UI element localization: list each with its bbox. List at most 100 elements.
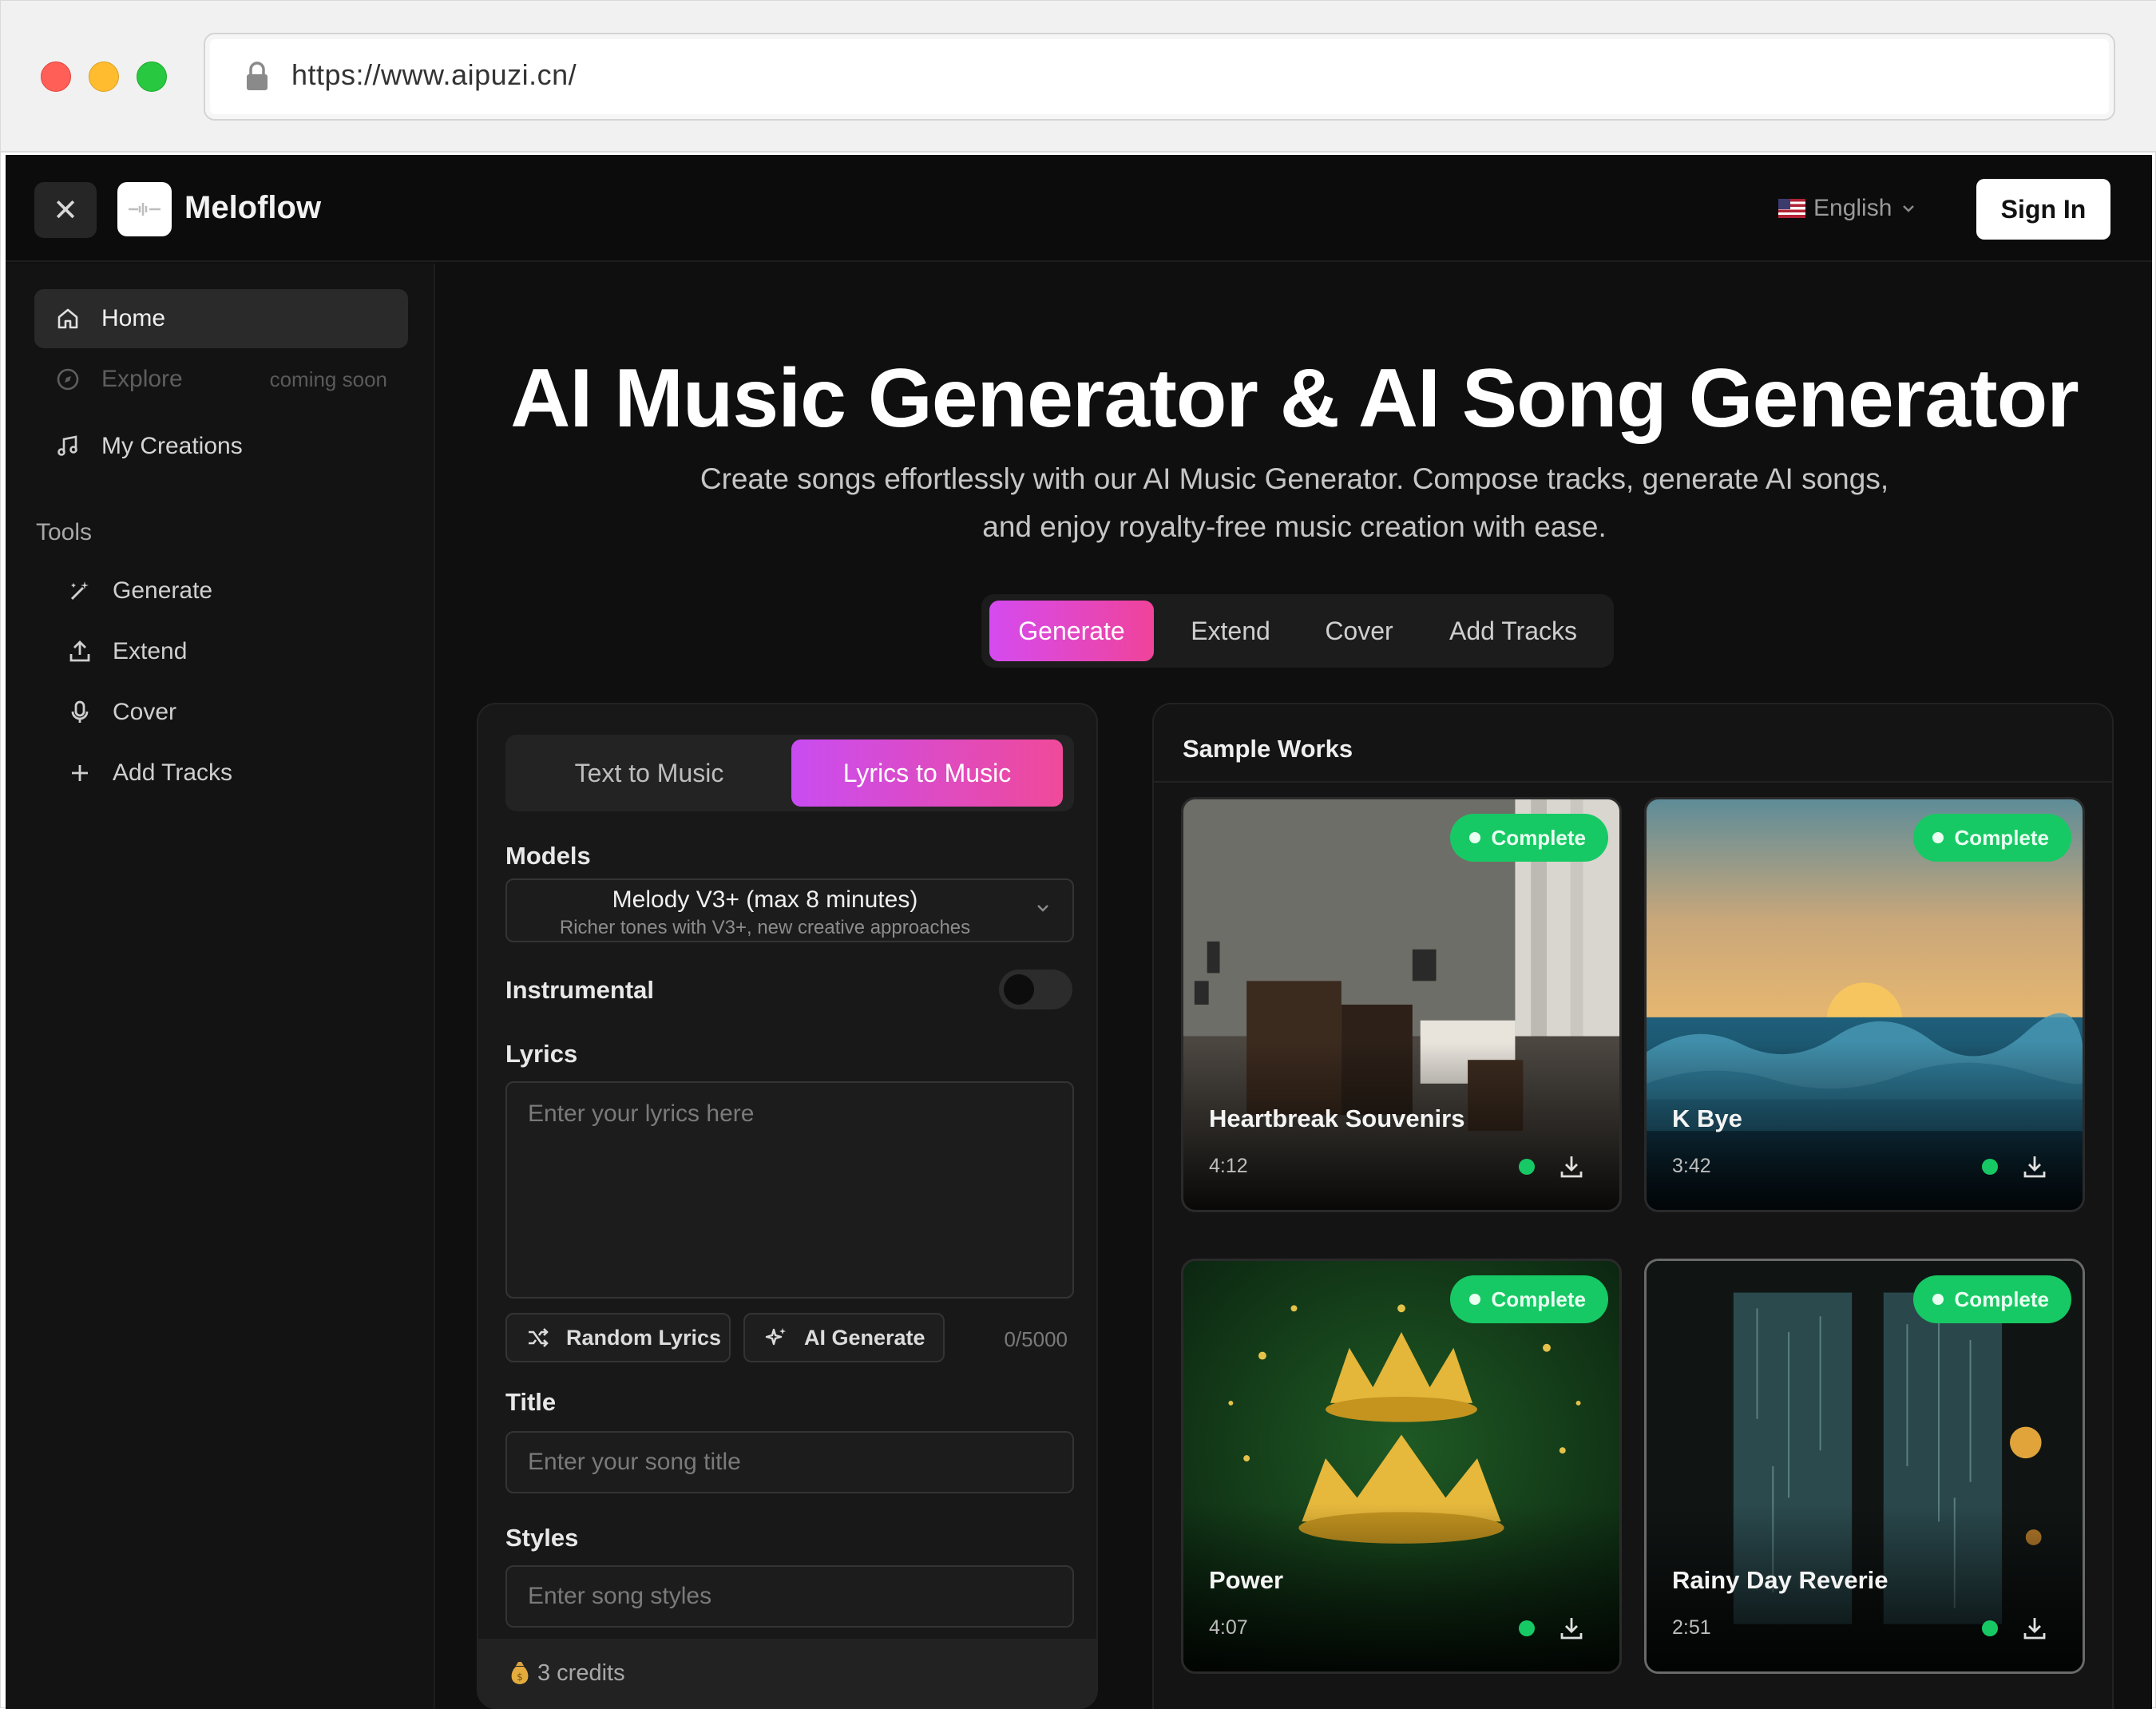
sidebar-item-my-creations[interactable]: My Creations <box>34 417 408 476</box>
sign-in-button[interactable]: Sign In <box>1976 179 2110 240</box>
model-name: Melody V3+ (max 8 minutes) <box>612 886 918 913</box>
status-badge: Complete <box>1912 814 2071 862</box>
brand-name[interactable]: Meloflow <box>184 190 321 226</box>
upload-icon <box>66 638 93 665</box>
card-title: Rainy Day Reverie <box>1672 1566 1888 1594</box>
plus-icon <box>66 759 93 787</box>
coming-soon-badge: coming soon <box>269 367 387 391</box>
money-bag-icon: $ <box>511 1662 529 1684</box>
page-subtitle: Create songs effortlessly with our AI Mu… <box>596 455 1992 551</box>
sidebar: Home Explore coming soon My Creations To… <box>6 264 435 1709</box>
lyrics-char-count: 0/5000 <box>1004 1327 1068 1351</box>
status-dot-icon <box>1932 832 1944 843</box>
sample-card-power[interactable]: Complete Power 4:07 <box>1181 1259 1622 1674</box>
shuffle-icon <box>525 1324 552 1351</box>
home-icon <box>54 304 82 333</box>
sidebar-item-explore[interactable]: Explore coming soon <box>34 350 408 409</box>
tab-text-to-music[interactable]: Text to Music <box>510 740 788 807</box>
card-title: K Bye <box>1672 1104 1742 1132</box>
download-icon[interactable] <box>2020 1152 2049 1181</box>
ai-generate-button[interactable]: AI Generate <box>743 1313 945 1362</box>
card-duration: 4:12 <box>1209 1155 1248 1177</box>
status-dot-icon <box>1468 1294 1480 1305</box>
credits-text: 3 credits <box>537 1659 625 1686</box>
tab-add-tracks[interactable]: Add Tracks <box>1425 601 1601 661</box>
random-lyrics-label: Random Lyrics <box>566 1325 722 1350</box>
tool-item-label: Generate <box>113 577 213 604</box>
download-icon[interactable] <box>1557 1152 1586 1181</box>
status-text: Complete <box>1491 825 1586 850</box>
address-bar[interactable]: https://www.aipuzi.cn/ <box>204 33 2115 121</box>
close-sidebar-button[interactable]: ✕ <box>34 182 97 238</box>
styles-label: Styles <box>505 1524 579 1552</box>
credits-bar: $ 3 credits <box>478 1639 1096 1707</box>
tool-item-cover[interactable]: Cover <box>66 688 176 736</box>
magic-wand-icon <box>66 577 93 605</box>
sample-card-rainy-day-reverie[interactable]: Complete Rainy Day Reverie 2:51 <box>1644 1259 2085 1674</box>
sidebar-item-home[interactable]: Home <box>34 289 408 348</box>
tab-cover[interactable]: Cover <box>1299 601 1419 661</box>
close-icon: ✕ <box>53 193 78 228</box>
sample-card-heartbreak-souvenirs[interactable]: Complete Heartbreak Souvenirs 4:12 <box>1181 797 1622 1212</box>
status-text: Complete <box>1954 1287 2049 1311</box>
sample-works-header: Sample Works <box>1183 735 1353 763</box>
sparkles-icon <box>763 1324 790 1351</box>
status-text: Complete <box>1491 1287 1586 1311</box>
download-icon[interactable] <box>1557 1614 1586 1643</box>
instrumental-toggle[interactable] <box>999 969 1072 1009</box>
song-styles-input[interactable]: Enter song styles <box>505 1565 1074 1628</box>
us-flag-icon <box>1778 199 1805 218</box>
chevron-down-icon <box>1037 905 1048 912</box>
card-title: Power <box>1209 1566 1284 1594</box>
status-badge: Complete <box>1912 1275 2071 1323</box>
top-bar: ✕ Meloflow English Sign In <box>6 155 2152 262</box>
page-title: AI Music Generator & AI Song Generator <box>510 352 2079 445</box>
credits-display: $ 3 credits <box>507 1659 625 1687</box>
tab-extend[interactable]: Extend <box>1165 601 1296 661</box>
models-label: Models <box>505 842 591 870</box>
instrumental-label: Instrumental <box>505 976 655 1004</box>
input-mode-tabs: Text to Music Lyrics to Music <box>505 735 1074 811</box>
sample-card-k-bye[interactable]: Complete K Bye 3:42 <box>1644 797 2085 1212</box>
styles-placeholder: Enter song styles <box>528 1583 712 1609</box>
header-divider <box>1154 781 2112 783</box>
url-text[interactable]: https://www.aipuzi.cn/ <box>291 58 577 92</box>
language-label: English <box>1813 195 1892 221</box>
lyrics-label: Lyrics <box>505 1040 578 1068</box>
tool-item-label: Extend <box>113 638 188 664</box>
status-badge: Complete <box>1449 814 1608 862</box>
window-close-dot[interactable] <box>41 61 71 92</box>
window-maximize-dot[interactable] <box>137 61 167 92</box>
lyrics-input[interactable]: Enter your lyrics here <box>505 1081 1074 1299</box>
tool-item-add-tracks[interactable]: Add Tracks <box>66 749 232 797</box>
card-title: Heartbreak Souvenirs <box>1209 1104 1465 1132</box>
lyrics-placeholder: Enter your lyrics here <box>528 1100 755 1127</box>
status-badge: Complete <box>1449 1275 1608 1323</box>
chevron-down-icon <box>1903 205 1915 212</box>
title-placeholder: Enter your song title <box>528 1449 741 1475</box>
tab-generate[interactable]: Generate <box>989 601 1154 661</box>
brand-logo[interactable] <box>117 182 172 236</box>
title-label: Title <box>505 1388 557 1416</box>
random-lyrics-button[interactable]: Random Lyrics <box>505 1313 731 1362</box>
svg-text:$: $ <box>517 1671 523 1683</box>
tab-lyrics-to-music[interactable]: Lyrics to Music <box>791 740 1063 807</box>
waveform-logo-icon <box>129 203 161 216</box>
song-title-input[interactable]: Enter your song title <box>505 1431 1074 1493</box>
download-icon[interactable] <box>2020 1614 2049 1643</box>
window-minimize-dot[interactable] <box>89 61 119 92</box>
tool-item-extend[interactable]: Extend <box>66 628 187 676</box>
tool-item-generate[interactable]: Generate <box>66 567 212 615</box>
ai-generate-label: AI Generate <box>804 1325 925 1350</box>
playing-indicator-icon <box>1519 1620 1535 1636</box>
status-text: Complete <box>1954 825 2049 850</box>
subtitle-line-1: Create songs effortlessly with our AI Mu… <box>700 462 1889 495</box>
tool-item-label: Cover <box>113 699 177 725</box>
model-select[interactable]: Melody V3+ (max 8 minutes) Richer tones … <box>505 878 1074 942</box>
browser-chrome: https://www.aipuzi.cn/ <box>1 1 2156 153</box>
main-content: AI Music Generator & AI Song Generator C… <box>437 264 2152 1709</box>
sample-works-panel: Sample Works Complete Heartbreak Souveni… <box>1152 703 2114 1709</box>
compass-icon <box>54 365 82 394</box>
microphone-icon <box>66 699 93 726</box>
language-selector[interactable]: English <box>1778 195 1917 222</box>
